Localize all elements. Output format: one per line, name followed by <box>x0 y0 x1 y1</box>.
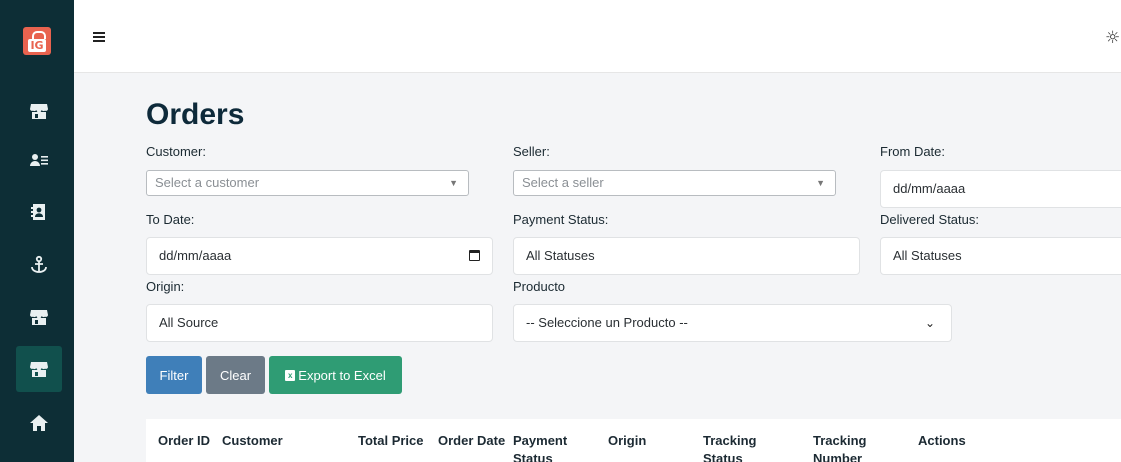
sidebar-item-orders[interactable] <box>16 346 62 392</box>
origin-select[interactable]: All Source <box>146 304 493 342</box>
to-date-value: dd/mm/aaaa <box>159 248 232 263</box>
sidebar-item-anchor[interactable] <box>16 242 62 288</box>
from-date-value: dd/mm/aaaa <box>893 181 966 196</box>
menu-toggle-icon[interactable] <box>93 32 105 42</box>
delivered-status-label: Delivered Status: <box>880 212 979 227</box>
column-header-total-price[interactable]: Total Price <box>358 432 428 450</box>
excel-icon: x <box>285 369 296 381</box>
sidebar-item-contacts[interactable] <box>16 137 62 183</box>
delivered-status-value: All Statuses <box>893 248 962 263</box>
page-title: Orders <box>146 98 245 131</box>
calendar-icon[interactable] <box>469 250 480 261</box>
producto-select[interactable]: -- Seleccione un Producto -- ⌄ <box>513 304 952 342</box>
column-header-tracking-number[interactable]: Tracking Number <box>813 432 883 462</box>
to-date-label: To Date: <box>146 212 195 227</box>
origin-value: All Source <box>159 315 219 330</box>
column-header-order-id[interactable]: Order ID <box>158 432 228 450</box>
export-to-excel-button[interactable]: x Export to Excel <box>269 356 402 394</box>
logo[interactable]: IG <box>23 27 51 55</box>
chevron-down-icon: ⌄ <box>924 316 935 330</box>
sidebar-item-store-2[interactable] <box>16 294 62 340</box>
top-bar: ☼ <box>74 0 1121 73</box>
store-icon <box>30 310 48 325</box>
filter-button[interactable]: Filter <box>146 356 202 394</box>
column-header-order-date[interactable]: Order Date <box>438 432 508 450</box>
orders-table-header: Order ID Customer Total Price Order Date… <box>146 419 1121 462</box>
sidebar-item-address-book[interactable] <box>16 189 62 235</box>
column-header-origin[interactable]: Origin <box>608 432 678 450</box>
export-button-label: Export to Excel <box>298 367 386 383</box>
store-icon <box>30 104 48 119</box>
sidebar-item-home[interactable] <box>16 400 62 446</box>
from-date-label: From Date: <box>880 144 946 159</box>
producto-value: -- Seleccione un Producto -- <box>526 315 688 330</box>
column-header-actions[interactable]: Actions <box>918 432 988 450</box>
payment-status-label: Payment Status: <box>513 212 609 227</box>
delivered-status-select[interactable]: All Statuses <box>880 237 1121 275</box>
producto-label: Producto <box>513 279 566 294</box>
payment-status-value: All Statuses <box>526 248 595 263</box>
customer-select-placeholder: Select a customer <box>155 175 260 190</box>
address-book-icon <box>31 204 45 220</box>
store-icon <box>30 362 48 377</box>
home-icon <box>30 415 48 431</box>
logo-text: IG <box>28 39 46 52</box>
column-header-customer[interactable]: Customer <box>222 432 292 450</box>
seller-select-placeholder: Select a seller <box>522 175 604 190</box>
anchor-icon <box>31 255 47 273</box>
caret-down-icon: ▼ <box>449 178 458 188</box>
origin-label: Origin: <box>146 279 185 294</box>
sidebar-item-store[interactable] <box>16 88 62 134</box>
column-header-payment-status[interactable]: Payment Status <box>513 432 583 462</box>
contacts-icon <box>30 154 48 166</box>
to-date-input[interactable]: dd/mm/aaaa <box>146 237 493 275</box>
sidebar: IG <box>0 0 74 462</box>
sun-icon[interactable]: ☼ <box>1105 29 1121 47</box>
from-date-input[interactable]: dd/mm/aaaa <box>880 170 1121 208</box>
clear-button[interactable]: Clear <box>206 356 265 394</box>
caret-down-icon: ▼ <box>816 178 825 188</box>
seller-label: Seller: <box>513 144 550 159</box>
column-header-tracking-status[interactable]: Tracking Status <box>703 432 773 462</box>
seller-select[interactable]: Select a seller ▼ <box>513 170 836 196</box>
payment-status-select[interactable]: All Statuses <box>513 237 860 275</box>
customer-select[interactable]: Select a customer ▼ <box>146 170 469 196</box>
customer-label: Customer: <box>146 144 206 159</box>
